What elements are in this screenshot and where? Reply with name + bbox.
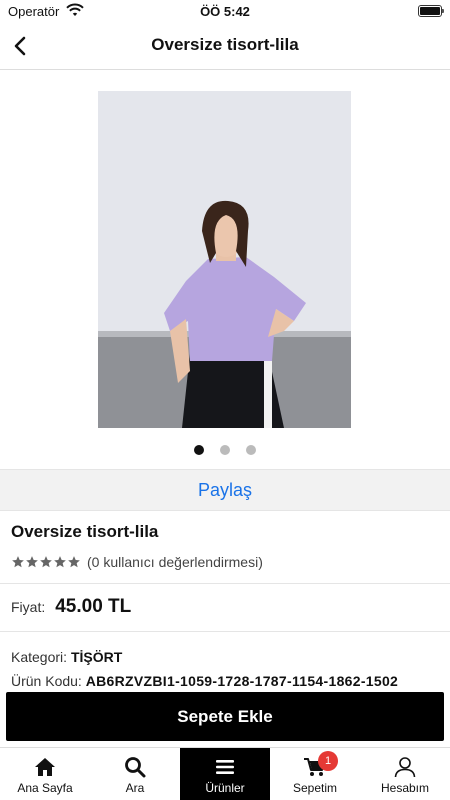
tab-search[interactable]: Ara — [90, 748, 180, 800]
tab-products[interactable]: Ürünler — [180, 748, 270, 800]
category-value: TİŞÖRT — [70, 649, 123, 665]
user-icon — [394, 757, 416, 778]
tab-bar: Ana Sayfa Ara Ürünler 1 Sepetim Hesabım — [0, 747, 450, 800]
divider — [0, 583, 450, 584]
price-label: Fiyat: — [11, 599, 46, 615]
category-row: Kategori: TİŞÖRT — [11, 649, 122, 665]
battery-icon — [418, 5, 444, 17]
product-image[interactable] — [98, 91, 351, 428]
page-title: Oversize tisort-lila — [151, 35, 299, 54]
gallery-dot[interactable] — [246, 445, 256, 455]
tab-home[interactable]: Ana Sayfa — [0, 748, 90, 800]
search-icon — [125, 757, 146, 778]
tab-cart[interactable]: 1 Sepetim — [270, 748, 360, 800]
share-button[interactable]: Paylaş — [198, 480, 252, 501]
gallery-dot[interactable] — [194, 445, 204, 455]
tab-account[interactable]: Hesabım — [360, 748, 450, 800]
cart-count-badge: 1 — [318, 751, 338, 771]
price-row: Fiyat: 45.00 TL — [11, 596, 131, 618]
product-code-row: Ürün Kodu: AB6RZVZBI1-1059-1728-1787-115… — [11, 673, 450, 689]
home-icon — [35, 758, 55, 776]
gallery-dot[interactable] — [220, 445, 230, 455]
product-photo — [98, 91, 351, 428]
product-code-value: AB6RZVZBI1-1059-1728-1787-1154-1862-1502 — [85, 673, 399, 689]
divider — [0, 631, 450, 632]
add-to-cart-button[interactable]: Sepete Ekle — [6, 692, 444, 741]
rating-count: (0 kullanıcı değerlendirmesi) — [87, 554, 263, 570]
status-time: ÖÖ 5:42 — [200, 4, 250, 19]
star-icon — [12, 556, 24, 568]
tab-label: Ara — [125, 781, 145, 795]
product-rating[interactable]: (0 kullanıcı değerlendirmesi) — [11, 552, 263, 572]
tab-label: Hesabım — [380, 781, 430, 795]
status-bar: Operatör ÖÖ 5:42 — [0, 0, 450, 22]
star-icon — [68, 556, 80, 568]
price-value: 45.00 TL — [55, 596, 132, 617]
tab-label: Ana Sayfa — [17, 781, 73, 795]
gallery-pagination — [0, 442, 450, 460]
product-code-label: Ürün Kodu: — [11, 673, 82, 689]
category-label: Kategori: — [11, 649, 68, 665]
tab-label: Sepetim — [292, 781, 338, 795]
nav-bar: Oversize tisort-lila — [0, 22, 450, 70]
rating-stars — [11, 555, 81, 569]
star-icon — [26, 556, 38, 568]
menu-icon — [216, 760, 234, 774]
star-icon — [40, 556, 52, 568]
product-gallery[interactable] — [0, 70, 450, 468]
product-name: Oversize tisort-lila — [11, 522, 159, 541]
tab-label: Ürünler — [205, 781, 245, 795]
share-strip: Paylaş — [0, 469, 450, 511]
star-icon — [54, 556, 66, 568]
